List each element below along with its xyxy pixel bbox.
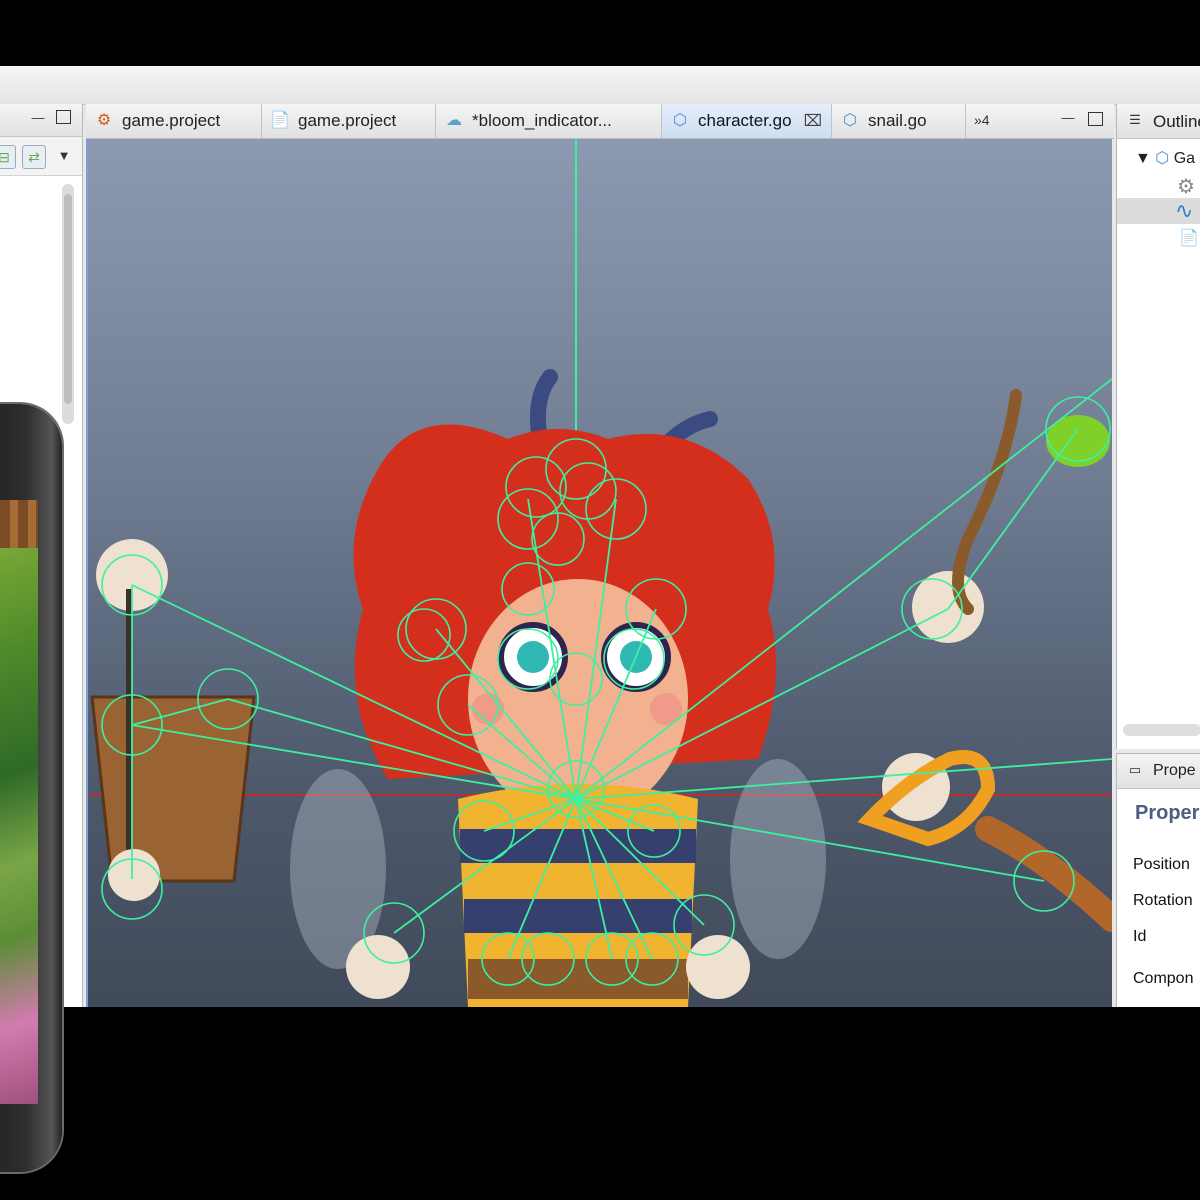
maximize-icon[interactable] bbox=[56, 110, 71, 124]
scene-canvas bbox=[88, 139, 1112, 1007]
expand-arrow-icon[interactable]: ▼ bbox=[1135, 150, 1151, 167]
cloud-icon: ☁ bbox=[446, 112, 462, 129]
tab-character-go[interactable]: ⬡ character.go ⌧ bbox=[662, 104, 832, 138]
tree-root-label: Ga bbox=[1173, 150, 1196, 167]
bucket bbox=[90, 695, 256, 883]
fist-bucket-bottom bbox=[108, 849, 160, 901]
prop-label-rotation: Rotation bbox=[1133, 892, 1193, 909]
tab-label: game.project bbox=[298, 111, 397, 130]
project-explorer-toolbar: ⊟ ⇄ ▼ bbox=[0, 137, 82, 176]
outline-title[interactable]: Outline bbox=[1153, 112, 1200, 132]
cheek-left bbox=[472, 693, 504, 725]
project-explorer-tabbar: — bbox=[0, 104, 82, 137]
wing-right bbox=[730, 759, 826, 959]
tab-overflow-indicator[interactable]: »4 bbox=[974, 112, 990, 128]
fist-bottom-right bbox=[686, 935, 750, 999]
document-icon: 📄 bbox=[270, 112, 290, 129]
gear-icon: ⚙ bbox=[1177, 176, 1195, 198]
prop-label-position: Position bbox=[1133, 856, 1190, 873]
phone-device bbox=[0, 404, 62, 1172]
properties-heading: Proper bbox=[1135, 802, 1200, 824]
tab-label: *bloom_indicator... bbox=[472, 111, 612, 130]
tab-game-project-2[interactable]: 📄 game.project bbox=[262, 104, 436, 138]
character-iris-left bbox=[517, 641, 549, 673]
tab-label: game.project bbox=[122, 111, 221, 130]
link-editor-icon[interactable]: ⇄ bbox=[22, 145, 46, 169]
fist-bottom-left bbox=[346, 935, 410, 999]
editor-tabbar: ⚙ game.project 📄 game.project ☁ *bloom_i… bbox=[86, 104, 1114, 139]
outline-horizontal-scrollbar[interactable] bbox=[1123, 724, 1200, 736]
view-menu-chevron-icon[interactable]: ▼ bbox=[56, 148, 72, 164]
collapse-all-icon[interactable]: ⊟ bbox=[0, 145, 16, 169]
cube-icon: ⬡ bbox=[673, 112, 687, 129]
outline-view-icon: ☰ bbox=[1129, 112, 1141, 127]
window-top-strip bbox=[0, 66, 1200, 105]
project-explorer-scrollbar[interactable] bbox=[62, 184, 74, 424]
close-icon[interactable]: ⌧ bbox=[804, 111, 822, 131]
tab-bloom-indicator[interactable]: ☁ *bloom_indicator... bbox=[436, 104, 662, 138]
cube-icon: ⬡ bbox=[1155, 150, 1170, 167]
bottom-black-band bbox=[0, 1007, 1200, 1200]
tab-snail-go[interactable]: ⬡ snail.go bbox=[832, 104, 966, 138]
prop-label-component: Compon bbox=[1133, 970, 1194, 987]
properties-tabbar: ▭ Prope bbox=[1117, 754, 1200, 789]
tree-row-script[interactable]: ⚙ bbox=[1177, 174, 1195, 199]
tab-label: character.go bbox=[698, 111, 792, 130]
maximize-icon[interactable] bbox=[1088, 112, 1103, 126]
prop-label-id: Id bbox=[1133, 928, 1147, 945]
document-icon: 📄 bbox=[1179, 230, 1199, 247]
scene-viewport[interactable] bbox=[86, 139, 1112, 1007]
outline-panel: ☰ Outline ▼ ⬡ Ga ⚙ ∿ 📄 bbox=[1116, 104, 1200, 749]
body-stripe-2 bbox=[464, 899, 692, 933]
properties-panel: ▭ Prope Proper Position Rotation Id Comp… bbox=[1116, 753, 1200, 1007]
minimize-icon[interactable]: — bbox=[1060, 110, 1076, 126]
spine-wave-icon: ∿ bbox=[1175, 198, 1194, 223]
editor-window: — ⊟ ⇄ ▼ ⚙ game.project 📄 game.project ☁ … bbox=[0, 66, 1200, 1007]
tree-row-root[interactable]: ▼ ⬡ Ga bbox=[1135, 148, 1195, 168]
character-belt bbox=[468, 959, 688, 999]
tab-label: snail.go bbox=[868, 111, 927, 130]
cube-icon: ⬡ bbox=[843, 112, 857, 129]
outline-tabbar: ☰ Outline bbox=[1117, 104, 1200, 139]
top-black-band bbox=[0, 0, 1200, 66]
tree-row-file[interactable]: 📄 bbox=[1179, 228, 1199, 248]
properties-view-icon: ▭ bbox=[1128, 762, 1142, 777]
minimize-icon[interactable]: — bbox=[30, 110, 46, 126]
properties-tab[interactable]: Prope bbox=[1153, 762, 1196, 780]
tree-row-spine[interactable]: ∿ bbox=[1117, 198, 1200, 224]
phone-game-screen bbox=[0, 500, 38, 1104]
tab-game-project-1[interactable]: ⚙ game.project bbox=[86, 104, 262, 138]
gear-icon: ⚙ bbox=[96, 112, 112, 129]
